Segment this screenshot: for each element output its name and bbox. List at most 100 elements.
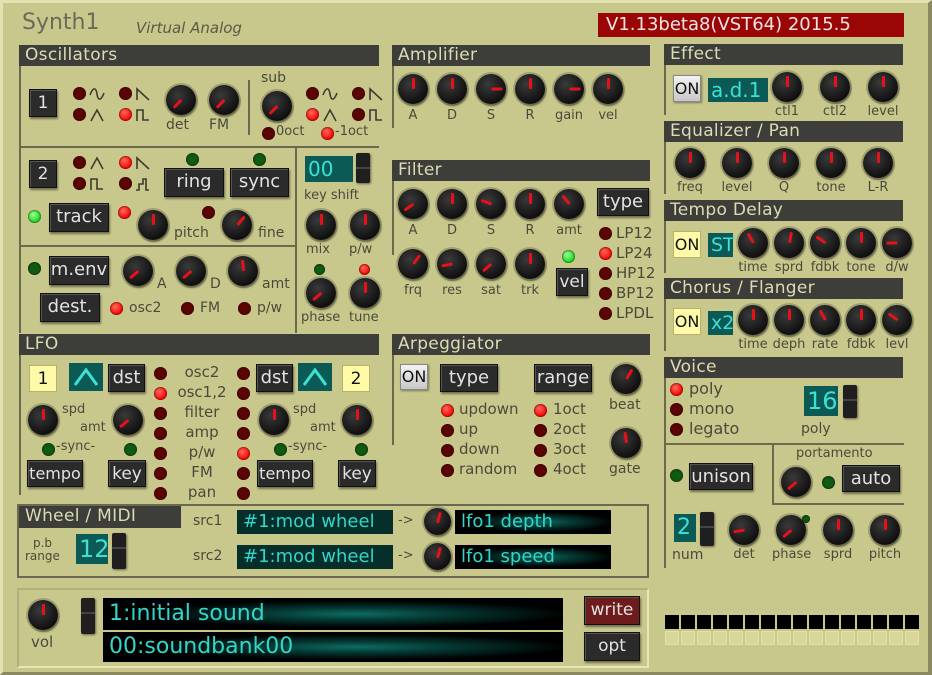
osc2-fine-knob[interactable] [222, 210, 252, 240]
lfo2-dest-osc2-led[interactable] [237, 367, 250, 380]
lfo2-dest-pan-led[interactable] [237, 487, 250, 500]
osc2-noise-pulse-led[interactable] [119, 177, 132, 190]
dest-pw-led[interactable] [238, 302, 251, 315]
osc2-select-button[interactable]: 2 [29, 160, 57, 188]
filter-amt-knob[interactable] [554, 189, 584, 219]
amp-a-knob[interactable] [398, 74, 428, 104]
sub-sine-led[interactable] [306, 87, 319, 100]
sub-triangle-led[interactable] [306, 108, 319, 121]
filter-a-knob[interactable] [398, 189, 428, 219]
lfo1-key-button[interactable]: key [108, 460, 146, 487]
osc1-saw-led[interactable] [119, 87, 132, 100]
osc1-select-button[interactable]: 1 [29, 89, 57, 117]
dest-button[interactable]: dest. [40, 293, 100, 322]
lfo2-key-button[interactable]: key [338, 460, 376, 487]
amp-d-knob[interactable] [437, 74, 467, 104]
arp-range-2oct-led[interactable] [534, 424, 547, 437]
unison-phase-led[interactable] [802, 515, 810, 523]
sub-0oct-led[interactable] [262, 127, 275, 140]
lfo2-dest-pw-led[interactable] [237, 447, 250, 460]
effect-ctl1-knob[interactable] [772, 72, 802, 102]
unison-pitch-knob[interactable] [870, 515, 900, 545]
chorus-deph-knob[interactable] [774, 305, 804, 335]
src2-select[interactable]: #1:mod wheel [237, 545, 393, 569]
osc2-saw-led[interactable] [119, 156, 132, 169]
program-name-display[interactable]: 1:initial sound [103, 598, 563, 630]
arp-type-up-led[interactable] [441, 424, 454, 437]
unison-button[interactable]: unison [689, 463, 753, 490]
arp-gate-knob[interactable] [611, 428, 641, 458]
program-spinner[interactable] [81, 598, 95, 634]
lfo1-waveform-button[interactable] [69, 363, 103, 391]
filter-trk-knob[interactable] [515, 249, 545, 279]
osc1-square-led[interactable] [119, 108, 132, 121]
filter-vel-button[interactable]: vel [556, 268, 588, 296]
effect-ctl2-knob[interactable] [820, 72, 850, 102]
lfo2-tempo-button[interactable]: tempo [257, 460, 313, 487]
src1-amount-knob[interactable] [424, 508, 451, 535]
menv-decay-knob[interactable] [176, 256, 206, 286]
osc1-detune-knob[interactable] [166, 85, 196, 115]
lfo2-dest-FM-led[interactable] [237, 467, 250, 480]
menv-amount-knob[interactable] [228, 256, 258, 286]
lfo1-speed-knob[interactable] [28, 405, 58, 435]
lfo2-amount-knob[interactable] [342, 405, 372, 435]
effect-type-display[interactable]: a.d.1 [708, 78, 768, 102]
unison-det-knob[interactable] [729, 515, 759, 545]
unison-num-spinner[interactable] [700, 512, 714, 546]
delay-tone-knob[interactable] [846, 228, 876, 258]
delay-dw-knob[interactable] [882, 228, 912, 258]
key-shift-spinner[interactable] [356, 153, 370, 183]
effect-level-knob[interactable] [868, 72, 898, 102]
lfo2-dst-button[interactable]: dst [256, 364, 293, 392]
lfo1-dest-pw-led[interactable] [154, 447, 167, 460]
sync-button[interactable]: sync [230, 168, 289, 197]
arp-type-random-led[interactable] [441, 464, 454, 477]
sub-osc-knob[interactable] [262, 91, 292, 121]
arp-range-1oct-led[interactable] [534, 404, 547, 417]
arp-type-updown-led[interactable] [441, 404, 454, 417]
track-button[interactable]: track [49, 203, 109, 232]
lfo2-dest-osc12-led[interactable] [237, 387, 250, 400]
lfo1-dest-FM-led[interactable] [154, 467, 167, 480]
dest-osc2-led[interactable] [110, 302, 123, 315]
osc-mix-knob[interactable] [306, 210, 336, 240]
lfo1-tempo-button[interactable]: tempo [27, 460, 83, 487]
bank-name-display[interactable]: 00:soundbank00 [103, 632, 563, 662]
ring-button[interactable]: ring [164, 168, 224, 197]
eq-lr-knob[interactable] [863, 148, 893, 178]
lfo2-dest-amp-led[interactable] [237, 427, 250, 440]
osc2-square-led[interactable] [73, 177, 86, 190]
lfo1-dest-amp-led[interactable] [154, 427, 167, 440]
chorus-time-knob[interactable] [738, 305, 768, 335]
filter-d-knob[interactable] [437, 189, 467, 219]
lfo1-amount-knob[interactable] [113, 405, 143, 435]
sub-minus1oct-led[interactable] [321, 127, 334, 140]
osc2-pitch-knob[interactable] [138, 210, 168, 240]
options-button[interactable]: opt [584, 632, 640, 661]
arp-range-4oct-led[interactable] [534, 464, 547, 477]
voice-mode-legato-led[interactable] [670, 423, 683, 436]
osc1-triangle-led[interactable] [73, 108, 86, 121]
unison-sprd-knob[interactable] [823, 515, 853, 545]
delay-time-knob[interactable] [738, 228, 768, 258]
chorus-on-button[interactable]: ON [673, 308, 701, 335]
filter-type-lp12-led[interactable] [599, 227, 612, 240]
arp-range-3oct-led[interactable] [534, 444, 547, 457]
sub-saw-led[interactable] [352, 87, 365, 100]
lfo2-waveform-button[interactable] [298, 363, 332, 391]
amp-s-knob[interactable] [476, 74, 506, 104]
src1-select[interactable]: #1:mod wheel [237, 510, 393, 534]
phase-knob[interactable] [306, 278, 336, 308]
dest2-select[interactable]: lfo1 speed [455, 545, 611, 569]
filter-r-knob[interactable] [515, 189, 545, 219]
arp-on-button[interactable]: ON [400, 364, 428, 390]
tune-knob[interactable] [350, 278, 380, 308]
lfo2-speed-knob[interactable] [259, 405, 289, 435]
lfo1-dest-osc12-led[interactable] [154, 387, 167, 400]
eq-tone-knob[interactable] [816, 148, 846, 178]
arp-type-down-led[interactable] [441, 444, 454, 457]
eq-level-knob[interactable] [722, 148, 752, 178]
write-button[interactable]: write [584, 596, 640, 625]
amp-vel-knob[interactable] [593, 74, 623, 104]
